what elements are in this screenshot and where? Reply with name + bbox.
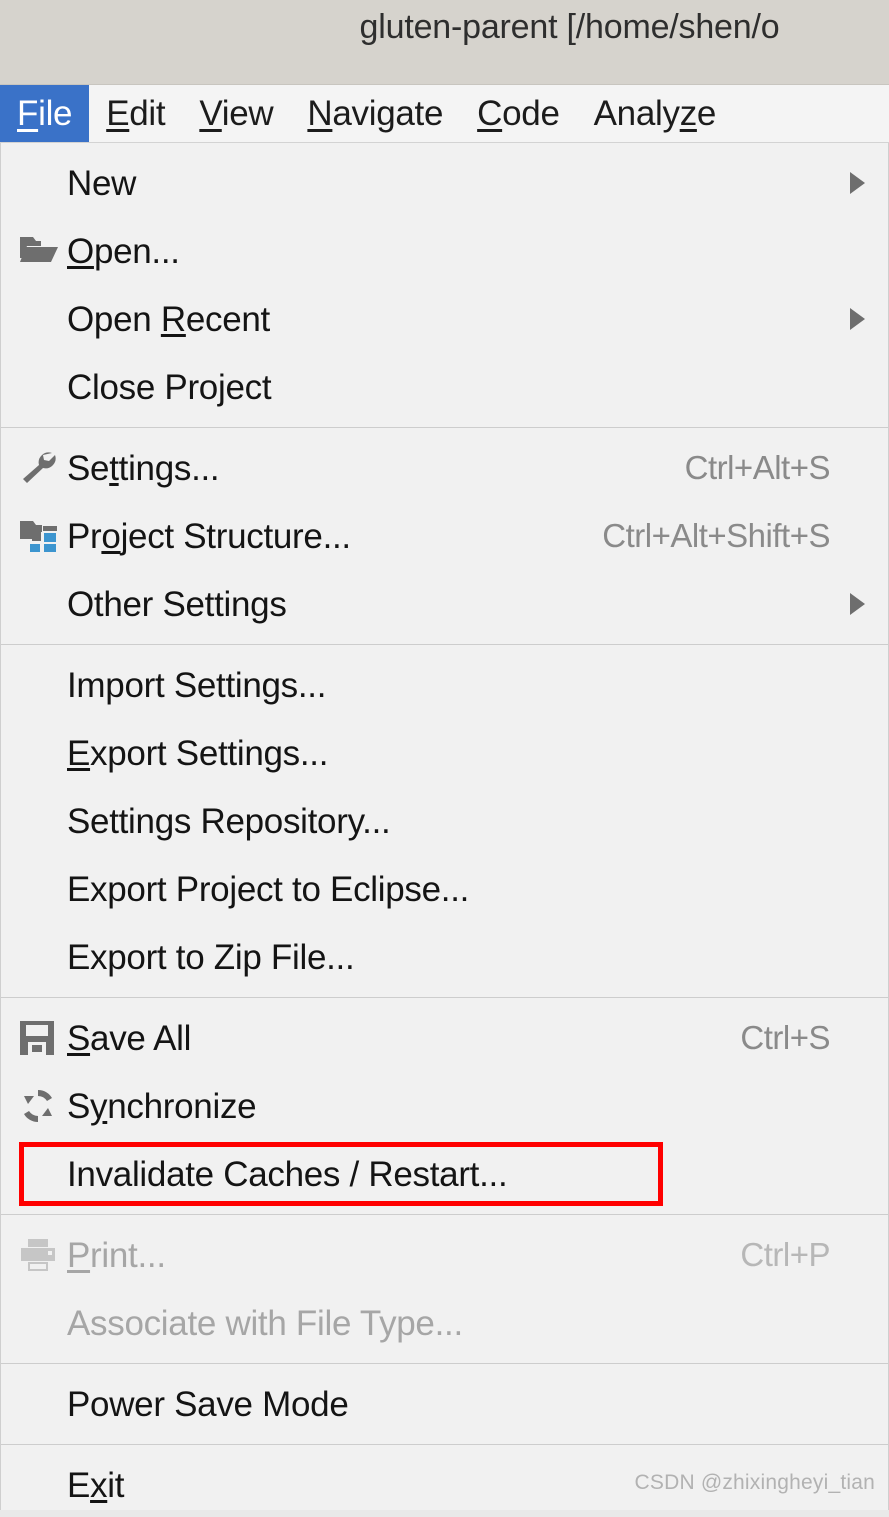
menu-group: New Open... Open Recent Close Project xyxy=(1,143,888,427)
menubar-item-label: View xyxy=(199,93,274,133)
watermark-text: CSDN @zhixingheyi_tian xyxy=(634,1471,875,1494)
menu-item-associate-with-file-type: Associate with File Type... xyxy=(1,1289,888,1357)
menubar-item-label: Navigate xyxy=(307,93,444,133)
menu-item-synchronize[interactable]: Synchronize xyxy=(1,1072,888,1140)
menu-item-settings-repository[interactable]: Settings Repository... xyxy=(1,787,888,855)
menu-item-shortcut: Ctrl+S xyxy=(740,1019,830,1056)
menu-item-new[interactable]: New xyxy=(1,149,888,217)
menu-item-icon-placeholder xyxy=(15,731,67,775)
menu-item-label: Import Settings... xyxy=(67,665,327,705)
menu-item-icon-placeholder xyxy=(15,582,67,626)
menubar-item-code[interactable]: Code xyxy=(460,85,576,142)
menubar-item-edit[interactable]: Edit xyxy=(89,85,182,142)
menu-item-label: Open Recent xyxy=(67,299,270,339)
menu-item-shortcut: Ctrl+Alt+Shift+S xyxy=(602,517,830,554)
menubar-item-label: Analyze xyxy=(593,93,717,133)
submenu-arrow-icon xyxy=(844,593,870,615)
menu-item-shortcut: Ctrl+Alt+S xyxy=(684,449,831,486)
menu-item-label: New xyxy=(67,163,137,203)
menu-item-label: Save All xyxy=(67,1018,192,1058)
submenu-arrow-icon xyxy=(844,308,870,330)
menu-item-shortcut: Ctrl+P xyxy=(740,1236,830,1273)
menu-item-label: Invalidate Caches / Restart... xyxy=(67,1154,508,1194)
menu-item-icon-placeholder xyxy=(15,663,67,707)
window-title: gluten-parent [/home/shen/o xyxy=(359,8,780,46)
menu-item-icon-placeholder xyxy=(15,1301,67,1345)
folder-open-icon xyxy=(15,229,67,273)
menu-item-project-structure[interactable]: Project Structure... Ctrl+Alt+Shift+S xyxy=(1,502,888,570)
menubar[interactable]: File Edit View Navigate Code Analyze xyxy=(0,85,889,143)
menu-item-label: Settings... xyxy=(67,448,220,488)
menu-item-icon-placeholder xyxy=(15,365,67,409)
menu-group: Settings... Ctrl+Alt+S Project Structure..… xyxy=(1,428,888,644)
menubar-item-view[interactable]: View xyxy=(182,85,290,142)
printer-icon xyxy=(15,1233,67,1277)
clipped-bottom-strip xyxy=(0,1510,889,1517)
menu-item-open-recent[interactable]: Open Recent xyxy=(1,285,888,353)
file-menu-popup[interactable]: New Open... Open Recent Close Project Settin… xyxy=(0,143,889,1517)
wrench-icon xyxy=(15,446,67,490)
menu-item-print: Print... Ctrl+P xyxy=(1,1221,888,1289)
menu-item-label: Project Structure... xyxy=(67,516,351,556)
menu-item-settings[interactable]: Settings... Ctrl+Alt+S xyxy=(1,434,888,502)
menu-item-icon-placeholder xyxy=(15,1152,67,1196)
menu-item-close-project[interactable]: Close Project xyxy=(1,353,888,421)
menu-group: Save All Ctrl+S Synchronize Invalidate Cach… xyxy=(1,998,888,1214)
menu-item-label: Open... xyxy=(67,231,180,271)
menu-item-label: Print... xyxy=(67,1235,166,1275)
menu-item-label: Associate with File Type... xyxy=(67,1303,463,1343)
menu-item-icon-placeholder xyxy=(15,1463,67,1507)
menu-group: Power Save Mode xyxy=(1,1364,888,1444)
menu-item-power-save-mode[interactable]: Power Save Mode xyxy=(1,1370,888,1438)
menu-item-save-all[interactable]: Save All Ctrl+S xyxy=(1,1004,888,1072)
menu-item-export-to-zip-file[interactable]: Export to Zip File... xyxy=(1,923,888,991)
menu-item-icon-placeholder xyxy=(15,799,67,843)
intellij-window: gluten-parent [/home/shen/o File Edit View… xyxy=(0,0,889,1517)
menu-item-icon-placeholder xyxy=(15,1382,67,1426)
menu-item-icon-placeholder xyxy=(15,297,67,341)
menu-item-icon-placeholder xyxy=(15,867,67,911)
submenu-arrow-icon xyxy=(844,172,870,194)
menu-item-icon-placeholder xyxy=(15,935,67,979)
menu-item-export-settings[interactable]: Export Settings... xyxy=(1,719,888,787)
menubar-item-analyze[interactable]: Analyze xyxy=(577,85,733,142)
menu-item-label: Close Project xyxy=(67,367,272,407)
menu-item-other-settings[interactable]: Other Settings xyxy=(1,570,888,638)
menu-item-export-project-to-eclipse[interactable]: Export Project to Eclipse... xyxy=(1,855,888,923)
menu-item-label: Synchronize xyxy=(67,1086,257,1126)
window-titlebar: gluten-parent [/home/shen/o xyxy=(0,0,889,85)
menu-item-open[interactable]: Open... xyxy=(1,217,888,285)
menu-group: Import Settings... Export Settings... Sett… xyxy=(1,645,888,997)
menu-item-label: Settings Repository... xyxy=(67,801,391,841)
menubar-item-label: File xyxy=(17,93,73,133)
synchronize-icon xyxy=(15,1084,67,1128)
save-icon xyxy=(15,1016,67,1060)
menu-item-label: Export Project to Eclipse... xyxy=(67,869,470,909)
menu-item-label: Power Save Mode xyxy=(67,1384,349,1424)
menubar-item-navigate[interactable]: Navigate xyxy=(290,85,460,142)
menu-item-label: Export to Zip File... xyxy=(67,937,355,977)
menubar-item-label: Edit xyxy=(106,93,166,133)
menubar-item-label: Code xyxy=(477,93,560,133)
menu-item-icon-placeholder xyxy=(15,161,67,205)
menu-item-label: Other Settings xyxy=(67,584,287,624)
project-structure-icon xyxy=(15,514,67,558)
menu-group: Print... Ctrl+P Associate with File Type..… xyxy=(1,1215,888,1363)
menu-item-import-settings[interactable]: Import Settings... xyxy=(1,651,888,719)
menubar-item-file[interactable]: File xyxy=(0,85,90,142)
menu-item-invalidate-caches-restart[interactable]: Invalidate Caches / Restart... xyxy=(1,1140,888,1208)
menu-item-label: Export Settings... xyxy=(67,733,329,773)
